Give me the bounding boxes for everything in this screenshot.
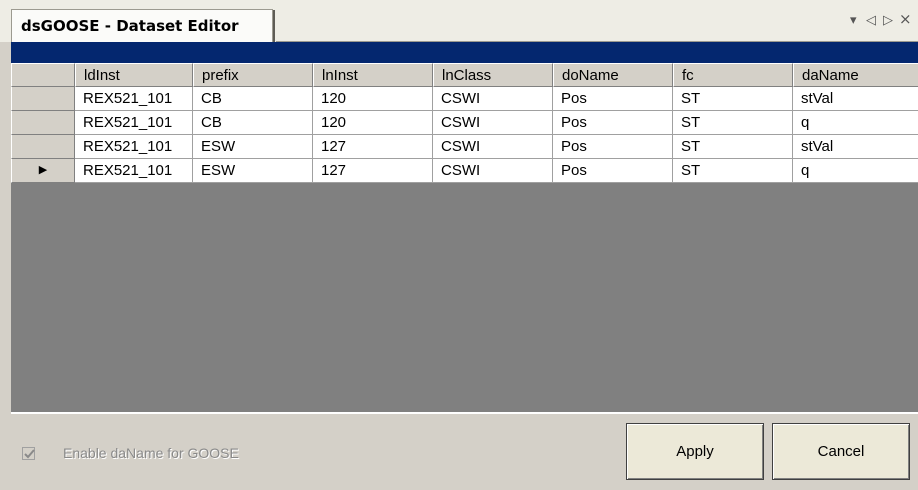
row-header[interactable] bbox=[11, 111, 75, 135]
tab-strip: dsGOOSE - Dataset Editor ▾ ◁ ▷ × bbox=[0, 0, 918, 42]
table-row[interactable]: ▶ REX521_101 ESW 127 CSWI Pos ST q bbox=[11, 159, 918, 183]
cell-ldinst[interactable]: REX521_101 bbox=[75, 87, 193, 111]
cell-ldinst[interactable]: REX521_101 bbox=[75, 111, 193, 135]
cell-doname[interactable]: Pos bbox=[553, 135, 673, 159]
column-header-lninst[interactable]: lnInst bbox=[313, 63, 433, 87]
cell-prefix[interactable]: CB bbox=[193, 111, 313, 135]
grid-header-row: ldInst prefix lnInst lnClass doName fc d… bbox=[11, 63, 918, 87]
cell-prefix[interactable]: ESW bbox=[193, 159, 313, 183]
cell-ldinst[interactable]: REX521_101 bbox=[75, 159, 193, 183]
cell-prefix[interactable]: CB bbox=[193, 87, 313, 111]
apply-button[interactable]: Apply bbox=[626, 423, 764, 480]
cell-lninst[interactable]: 120 bbox=[313, 111, 433, 135]
cell-daname[interactable]: stVal bbox=[793, 87, 918, 111]
scroll-left-icon[interactable]: ◁ bbox=[866, 13, 876, 29]
column-header-daname[interactable]: daName bbox=[793, 63, 918, 87]
close-icon[interactable]: × bbox=[899, 11, 912, 27]
panel-divider bbox=[11, 411, 918, 414]
cell-doname[interactable]: Pos bbox=[553, 159, 673, 183]
cell-lnclass[interactable]: CSWI bbox=[433, 87, 553, 111]
row-header[interactable] bbox=[11, 135, 75, 159]
column-header-fc[interactable]: fc bbox=[673, 63, 793, 87]
cell-lninst[interactable]: 120 bbox=[313, 87, 433, 111]
column-header-prefix[interactable]: prefix bbox=[193, 63, 313, 87]
cell-fc[interactable]: ST bbox=[673, 135, 793, 159]
table-row[interactable]: REX521_101 CB 120 CSWI Pos ST q bbox=[11, 111, 918, 135]
scroll-right-icon[interactable]: ▷ bbox=[883, 13, 893, 29]
enable-daname-checkbox[interactable] bbox=[22, 447, 35, 460]
enable-daname-label[interactable]: Enable daName for GOOSE bbox=[63, 445, 239, 461]
cell-prefix[interactable]: ESW bbox=[193, 135, 313, 159]
dataset-grid[interactable]: ldInst prefix lnInst lnClass doName fc d… bbox=[11, 63, 918, 411]
cell-ldinst[interactable]: REX521_101 bbox=[75, 135, 193, 159]
cell-lninst[interactable]: 127 bbox=[313, 135, 433, 159]
header-corner[interactable] bbox=[11, 63, 75, 87]
column-header-doname[interactable]: doName bbox=[553, 63, 673, 87]
cancel-button[interactable]: Cancel bbox=[772, 423, 910, 480]
table-row[interactable]: REX521_101 CB 120 CSWI Pos ST stVal bbox=[11, 87, 918, 111]
dataset-editor-window: dsGOOSE - Dataset Editor ▾ ◁ ▷ × ldInst … bbox=[0, 0, 918, 490]
grid-caption-bar bbox=[11, 42, 918, 63]
tab-dataset-editor[interactable]: dsGOOSE - Dataset Editor bbox=[11, 9, 275, 42]
current-row-arrow-icon: ▶ bbox=[38, 164, 48, 176]
cell-doname[interactable]: Pos bbox=[553, 87, 673, 111]
cell-fc[interactable]: ST bbox=[673, 87, 793, 111]
cell-daname[interactable]: q bbox=[793, 159, 918, 183]
row-header-current[interactable]: ▶ bbox=[11, 159, 75, 183]
cell-daname[interactable]: q bbox=[793, 111, 918, 135]
table-row[interactable]: REX521_101 ESW 127 CSWI Pos ST stVal bbox=[11, 135, 918, 159]
cell-doname[interactable]: Pos bbox=[553, 111, 673, 135]
cell-lnclass[interactable]: CSWI bbox=[433, 111, 553, 135]
cell-lninst[interactable]: 127 bbox=[313, 159, 433, 183]
row-header[interactable] bbox=[11, 87, 75, 111]
cell-daname[interactable]: stVal bbox=[793, 135, 918, 159]
dropdown-icon[interactable]: ▾ bbox=[850, 13, 857, 29]
column-header-lnclass[interactable]: lnClass bbox=[433, 63, 553, 87]
cell-lnclass[interactable]: CSWI bbox=[433, 159, 553, 183]
checkmark-icon bbox=[24, 449, 35, 459]
cell-fc[interactable]: ST bbox=[673, 111, 793, 135]
cell-lnclass[interactable]: CSWI bbox=[433, 135, 553, 159]
cell-fc[interactable]: ST bbox=[673, 159, 793, 183]
column-header-ldinst[interactable]: ldInst bbox=[75, 63, 193, 87]
